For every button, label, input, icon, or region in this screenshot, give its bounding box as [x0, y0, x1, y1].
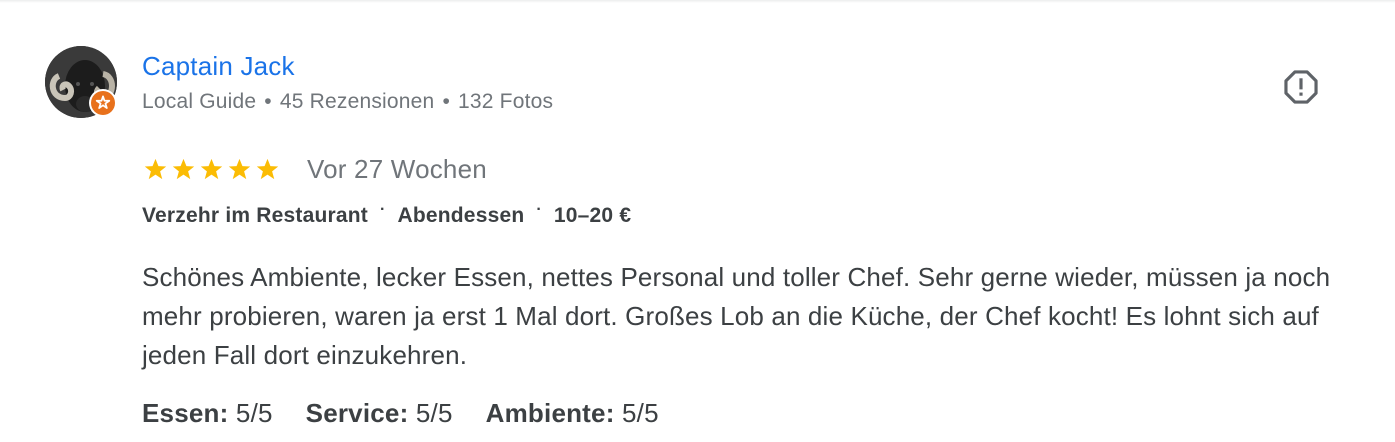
review-text: Schönes Ambiente, lecker Essen, nettes P…: [142, 262, 1331, 370]
tag-separator: ·: [379, 201, 386, 218]
subrating-service: Service: 5/5: [306, 398, 453, 429]
tag-meal: Abendessen: [397, 204, 525, 227]
star-icon: [256, 158, 279, 179]
local-guide-label: Local Guide: [142, 90, 257, 113]
top-divider: [0, 0, 1395, 3]
subrating-label: Essen:: [142, 398, 229, 428]
visit-tags: Verzehr im Restaurant · Abendessen · 10–…: [142, 201, 632, 228]
sub-ratings: Essen: 5/5 Service: 5/5 Ambiente: 5/5: [142, 398, 659, 429]
meta-separator: •: [264, 90, 272, 113]
subrating-value: 5/5: [235, 398, 273, 428]
photo-count: 132 Fotos: [458, 90, 554, 113]
tag-service: Verzehr im Restaurant: [142, 204, 368, 227]
review-count: 45 Rezensionen: [279, 90, 435, 113]
star-icon: [144, 158, 167, 179]
subrating-ambience: Ambiente: 5/5: [486, 398, 659, 429]
subrating-label: Ambiente:: [485, 398, 615, 428]
star-rating: [142, 156, 281, 183]
subrating-value: 5/5: [622, 398, 659, 428]
review-time: Vor 27 Wochen: [307, 153, 487, 184]
meta-separator: •: [442, 90, 450, 113]
tag-separator: ·: [536, 201, 542, 218]
rating-row: Vor 27 Wochen: [142, 152, 487, 186]
subrating-label: Service:: [305, 398, 409, 428]
review-card: Captain Jack Local Guide • 45 Rezensione…: [0, 0, 1395, 442]
local-guide-badge: [89, 89, 117, 117]
author-meta: Local Guide • 45 Rezensionen • 132 Fotos: [142, 90, 553, 114]
local-guide-star-icon: [95, 95, 111, 109]
star-icon: [228, 158, 251, 179]
subrating-value: 5/5: [415, 398, 453, 428]
star-icon: [200, 158, 223, 179]
tag-price: 10–20 €: [553, 204, 632, 227]
report-icon: [1284, 70, 1318, 104]
report-button[interactable]: [1280, 66, 1322, 108]
author-name-link[interactable]: Captain Jack: [142, 51, 295, 82]
subrating-food: Essen: 5/5: [142, 398, 273, 429]
star-icon: [172, 158, 195, 179]
